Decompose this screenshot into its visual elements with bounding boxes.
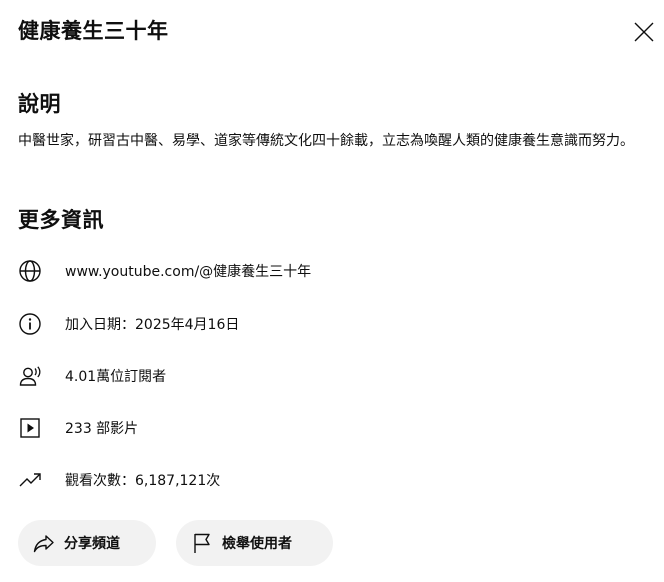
globe-icon xyxy=(18,259,46,283)
close-button[interactable] xyxy=(626,14,662,50)
description-text: 中醫世家，研習古中醫、易學、道家等傳統文化四十餘載，立志為喚醒人類的健康養生意識… xyxy=(18,133,634,149)
share-channel-button[interactable]: 分享頻道 xyxy=(18,520,156,566)
info-row-subscribers: 4.01萬位訂閱者 xyxy=(18,363,166,389)
trending-icon xyxy=(18,468,46,492)
video-count-text: 233 部影片 xyxy=(65,421,139,437)
share-icon xyxy=(32,531,56,555)
info-row-views: 觀看次數：6,187,121次 xyxy=(18,467,220,493)
report-user-button[interactable]: 檢舉使用者 xyxy=(176,520,333,566)
dialog-header: 健康養生三十年 xyxy=(18,14,664,50)
info-row-link: www.youtube.com/@健康養生三十年 xyxy=(18,258,311,284)
subscribers-icon xyxy=(18,364,46,388)
video-icon xyxy=(18,416,46,440)
more-info-heading: 更多資訊 xyxy=(18,208,104,232)
channel-about-dialog: 健康養生三十年 說明 中醫世家，研習古中醫、易學、道家等傳統文化四十餘載，立志為… xyxy=(0,0,664,582)
close-icon xyxy=(634,22,654,42)
view-count-text: 觀看次數：6,187,121次 xyxy=(65,473,221,489)
flag-icon xyxy=(190,531,214,555)
dialog-title: 健康養生三十年 xyxy=(18,19,169,43)
info-icon xyxy=(18,312,46,336)
description-heading: 說明 xyxy=(18,92,61,116)
share-channel-label: 分享頻道 xyxy=(64,536,120,552)
info-row-join-date: 加入日期：2025年4月16日 xyxy=(18,311,239,337)
subscriber-count-text: 4.01萬位訂閱者 xyxy=(65,369,167,385)
report-user-label: 檢舉使用者 xyxy=(222,536,292,552)
join-date-text: 加入日期：2025年4月16日 xyxy=(65,317,240,333)
channel-url-link[interactable]: www.youtube.com/@健康養生三十年 xyxy=(65,261,311,281)
info-row-videos: 233 部影片 xyxy=(18,415,138,441)
